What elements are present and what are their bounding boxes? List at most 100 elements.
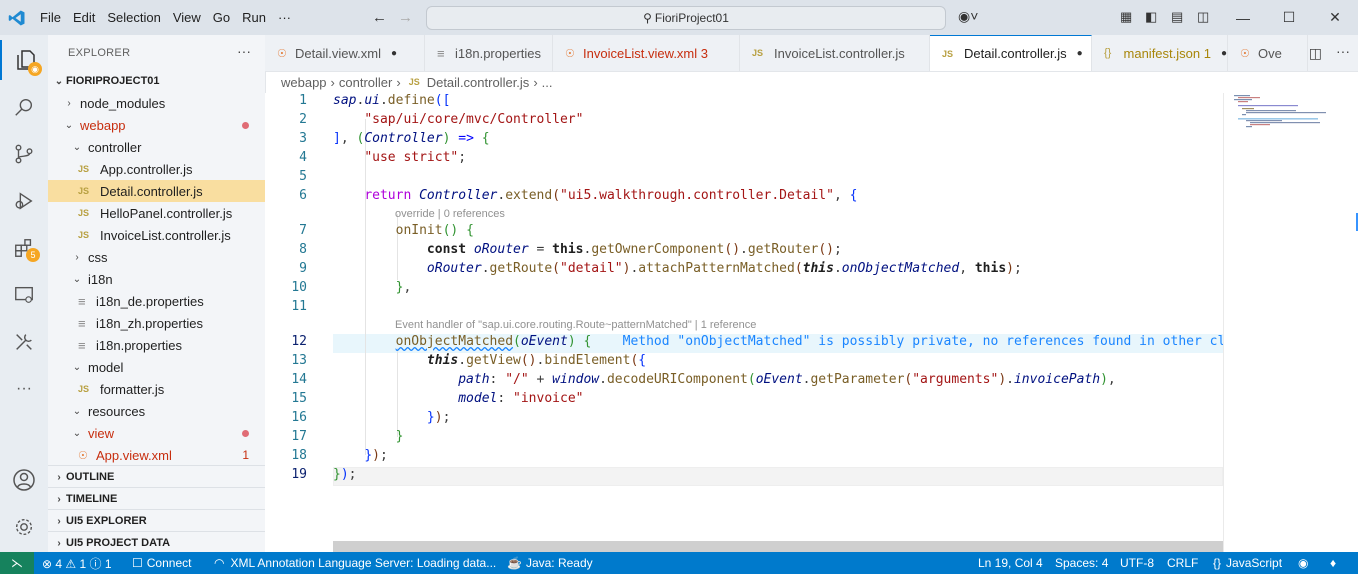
connect-button[interactable]: ☐ Connect xyxy=(132,552,191,574)
tree-item[interactable]: ☉ App.view.xml 1 xyxy=(48,444,265,466)
layout-icon[interactable]: ▦ xyxy=(1120,9,1132,25)
remote-explorer-icon[interactable] xyxy=(0,275,48,315)
line-ending[interactable]: CRLF xyxy=(1167,552,1198,574)
menu-item-1[interactable]: Edit xyxy=(67,10,101,25)
editor-tab[interactable]: ≡ i18n.properties xyxy=(425,35,553,71)
search-text: FioriProject01 xyxy=(654,11,729,25)
menu-item-4[interactable]: Go xyxy=(207,10,236,25)
editor-tab[interactable]: ☉ Ove xyxy=(1228,35,1308,71)
copilot-icon[interactable]: ◉˅ xyxy=(958,8,978,25)
tree-item[interactable]: › node_modules xyxy=(48,92,265,114)
minimap[interactable] xyxy=(1223,93,1358,552)
editor-tab[interactable]: ☉ InvoiceList.view.xml 3 xyxy=(553,35,740,71)
minimap-preview xyxy=(1234,95,1326,128)
tree-item[interactable]: ⌄ resources xyxy=(48,400,265,422)
toggle-panel-icon[interactable]: ▤ xyxy=(1171,9,1183,25)
notifications-bell-icon[interactable]: ♦ xyxy=(1330,552,1336,574)
tree-item[interactable]: ≡ i18n_zh.properties xyxy=(48,312,265,334)
editor-tab[interactable]: {} manifest.json 1 ● xyxy=(1092,35,1228,71)
close-button[interactable]: ✕ xyxy=(1312,0,1358,35)
section-label: UI5 EXPLORER xyxy=(66,515,147,527)
unsaved-dot-icon[interactable]: ● xyxy=(391,48,397,59)
more-icon[interactable]: ··· xyxy=(0,369,48,409)
encoding[interactable]: UTF-8 xyxy=(1120,552,1154,574)
breadcrumb-controller[interactable]: controller xyxy=(339,75,392,90)
breadcrumb-symbol[interactable]: ... xyxy=(542,75,553,90)
tree-item-label: css xyxy=(88,249,108,265)
explorer-icon[interactable]: ◉ xyxy=(0,40,50,80)
remote-indicator[interactable]: ⋋ xyxy=(0,552,34,574)
split-editor-icon[interactable]: ◫ xyxy=(1309,45,1322,62)
language-mode[interactable]: {} JavaScript xyxy=(1213,552,1282,574)
command-center-search[interactable]: ⚲ FioriProject01 xyxy=(426,6,946,30)
tree-item[interactable]: ⌄ view xyxy=(48,422,265,444)
tree-item[interactable]: ⌄ model xyxy=(48,356,265,378)
tree-item[interactable]: ⌄ controller xyxy=(48,136,265,158)
sidebar-section[interactable]: › OUTLINE xyxy=(48,465,265,488)
cursor-position[interactable]: Ln 19, Col 4 xyxy=(978,552,1043,574)
breadcrumb-webapp[interactable]: webapp xyxy=(281,75,327,90)
more-actions-icon[interactable]: ··· xyxy=(237,43,251,59)
tree-item[interactable]: ⌄ i18n xyxy=(48,268,265,290)
braces-icon: {} xyxy=(1213,556,1222,570)
section-label: UI5 PROJECT DATA xyxy=(66,537,171,549)
tree-item[interactable]: JS App.controller.js xyxy=(48,158,265,180)
unsaved-dot-icon[interactable]: ● xyxy=(1077,48,1083,59)
editor-tab[interactable]: JS InvoiceList.controller.js xyxy=(740,35,930,71)
tree-item[interactable]: ≡ i18n_de.properties xyxy=(48,290,265,312)
back-arrow-icon[interactable]: ← xyxy=(372,9,387,26)
code-editor[interactable]: 1 2 3 4 5 6 7 8 9 10 11 12 13 14 15 16 17 18 19 override |… xyxy=(265,93,1241,552)
horizontal-scrollbar[interactable] xyxy=(333,541,1223,552)
menu-item-2[interactable]: Selection xyxy=(101,10,166,25)
minimize-button[interactable]: — xyxy=(1220,0,1266,35)
account-icon[interactable] xyxy=(0,460,48,500)
code-line-6: return Controller.extend("ui5.walkthroug… xyxy=(364,188,858,203)
tree-item-label: webapp xyxy=(80,117,126,133)
maximize-button[interactable]: ☐ xyxy=(1266,0,1312,35)
project-header[interactable]: ⌄ FIORIPROJECT01 xyxy=(48,70,265,92)
search-icon[interactable] xyxy=(0,87,48,127)
code-line-17: } xyxy=(395,429,404,444)
sidebar-section[interactable]: › UI5 PROJECT DATA xyxy=(48,531,265,554)
breadcrumb-file[interactable]: Detail.controller.js xyxy=(427,75,530,90)
tree-item[interactable]: ⌄ webapp xyxy=(48,114,265,136)
chevron-down-icon: ⌄ xyxy=(72,141,82,153)
explorer-sidebar: EXPLORER ··· ⌄ FIORIPROJECT01 › node_modu… xyxy=(48,35,266,552)
sap-tools-icon[interactable] xyxy=(0,322,48,362)
java-status[interactable]: ☕ Java: Ready xyxy=(507,552,593,574)
vscode-logo-icon[interactable] xyxy=(0,0,34,35)
line-number: 17 xyxy=(291,429,307,444)
editor-tab[interactable]: JS Detail.controller.js ● xyxy=(930,35,1092,71)
extensions-icon[interactable]: 5 xyxy=(0,228,48,268)
problems-indicator[interactable]: ⊗ 4 ⚠ 1 ⓘ 1 xyxy=(42,552,112,574)
tree-item[interactable]: JS formatter.js xyxy=(48,378,265,400)
xml-language-server-status[interactable]: ◠ XML Annotation Language Server: Loadin… xyxy=(214,552,496,574)
settings-gear-icon[interactable] xyxy=(0,507,48,547)
tree-item[interactable]: JS HelloPanel.controller.js xyxy=(48,202,265,224)
title-bar: File Edit Selection View Go Run ··· ← → ⚲ Fior… xyxy=(0,0,1358,35)
source-control-icon[interactable] xyxy=(0,134,48,174)
editor-tab[interactable]: ☉ Detail.view.xml ● xyxy=(265,35,425,71)
menu-item-3[interactable]: View xyxy=(167,10,207,25)
unsaved-dot-icon[interactable]: ● xyxy=(1221,48,1227,59)
menu-item-0[interactable]: File xyxy=(34,10,67,25)
sidebar-section[interactable]: › UI5 EXPLORER xyxy=(48,509,265,532)
menu-item-6[interactable]: ··· xyxy=(272,10,297,25)
forward-arrow-icon[interactable]: → xyxy=(398,9,413,26)
toggle-secondary-sidebar-icon[interactable]: ◫ xyxy=(1197,9,1209,25)
tree-item[interactable]: › css xyxy=(48,246,265,268)
code-lens-event-handler[interactable]: Event handler of "sap.ui.core.routing.Ro… xyxy=(395,319,756,331)
line-number: 10 xyxy=(291,280,307,295)
code-lens-references[interactable]: override | 0 references xyxy=(395,208,505,220)
toggle-sidebar-icon[interactable]: ◧ xyxy=(1145,9,1157,25)
copilot-status-icon[interactable]: ◉ xyxy=(1298,552,1308,574)
indentation[interactable]: Spaces: 4 xyxy=(1055,552,1108,574)
tree-item[interactable]: ≡ i18n.properties xyxy=(48,334,265,356)
project-name: FIORIPROJECT01 xyxy=(66,75,160,87)
menu-item-5[interactable]: Run xyxy=(236,10,272,25)
tree-item[interactable]: JS InvoiceList.controller.js xyxy=(48,224,265,246)
tree-item[interactable]: JS Detail.controller.js xyxy=(48,180,265,202)
more-actions-icon[interactable]: ··· xyxy=(1336,43,1350,59)
run-debug-icon[interactable] xyxy=(0,181,48,221)
sidebar-section[interactable]: › TIMELINE xyxy=(48,487,265,510)
